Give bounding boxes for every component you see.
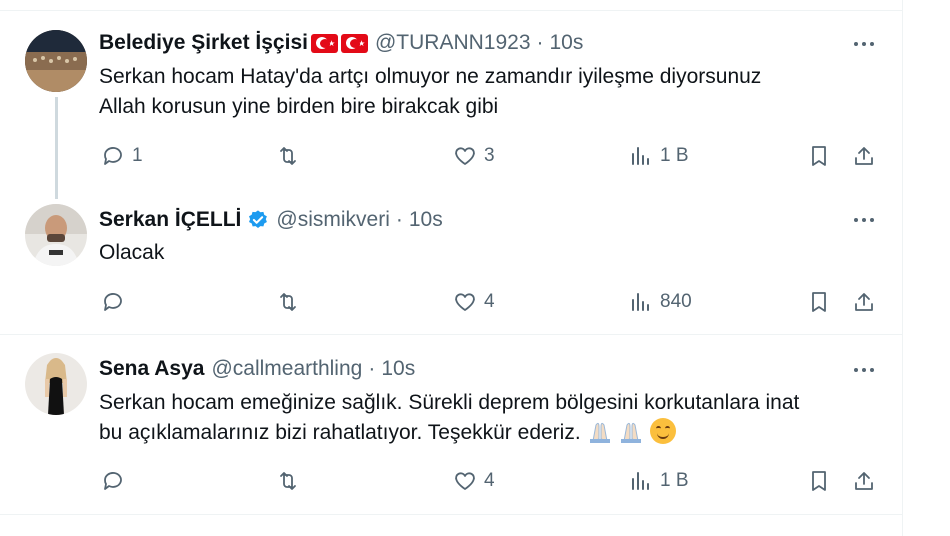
retweet-button[interactable] (276, 141, 307, 171)
tweet-text-line-with-emojis: bu açıklamalarınız bizi rahatlatıyor. Te… (99, 418, 799, 448)
share-icon (855, 147, 873, 165)
verified-badge-icon (249, 210, 268, 228)
divider (0, 334, 902, 335)
analytics-icon (632, 147, 649, 165)
reply-count: 1 (132, 145, 143, 166)
tweet-actions: 4 840 (0, 287, 902, 317)
separator-dot: · (368, 357, 376, 380)
more-options-icon[interactable] (851, 207, 877, 233)
timeline-column: Belediye Şirket İşçisi ★ ★ @TURANN1923 ·… (0, 0, 903, 536)
tweet-text-line: Serkan hocam emeğinize sağlık. Sürekli d… (99, 391, 800, 414)
tweet-text: Serkan hocam Hatay'da artçı olmuyor ne z… (99, 62, 761, 122)
tweet-header: Belediye Şirket İşçisi ★ ★ @TURANN1923 ·… (99, 30, 583, 56)
avatar-callmearthling[interactable] (25, 353, 87, 415)
more-options-icon[interactable] (851, 31, 877, 57)
turkey-flag-icon: ★ (340, 33, 368, 53)
right-sidebar-edge (903, 0, 950, 536)
tweet-header: Sena Asya @callmearthling · 10s (99, 356, 415, 382)
tweet-time[interactable]: 10s (550, 31, 584, 55)
folded-hands-icon (621, 422, 642, 443)
analytics-icon (632, 472, 649, 490)
author-handle[interactable]: @TURANN1923 (375, 31, 531, 55)
view-count: 1 B (660, 145, 689, 166)
heart-icon (455, 472, 475, 490)
folded-hands-icon (589, 422, 610, 443)
tweet-text-line: bu açıklamalarınız bizi rahatlatıyor. Te… (99, 421, 581, 444)
retweet-icon (280, 472, 296, 490)
smiling-face-icon (650, 418, 677, 444)
retweet-icon (280, 293, 296, 311)
share-button[interactable] (852, 287, 876, 317)
views-button[interactable]: 840 (629, 287, 692, 317)
author-name[interactable]: Sena Asya (99, 357, 204, 381)
reply-button[interactable]: 1 (101, 141, 143, 171)
avatar-turann1923[interactable] (25, 30, 87, 92)
reply-icon (104, 147, 122, 165)
author-name[interactable]: Belediye Şirket İşçisi (99, 31, 308, 55)
retweet-icon (280, 147, 296, 165)
separator-dot: · (536, 31, 544, 54)
tweet-text: Olacak (99, 238, 164, 268)
tweet-text-line: Olacak (99, 241, 165, 264)
like-button[interactable]: 3 (453, 141, 495, 171)
analytics-icon (632, 293, 649, 311)
like-count: 3 (484, 145, 495, 166)
author-handle[interactable]: @sismikveri (276, 208, 389, 232)
share-button[interactable] (852, 141, 876, 171)
reply-icon (104, 472, 122, 490)
turkey-flag-icon: ★ (310, 33, 338, 53)
view-count: 1 B (660, 470, 689, 491)
bookmark-button[interactable] (807, 141, 831, 171)
tweet-text: Serkan hocam emeğinize sağlık. Sürekli d… (99, 388, 799, 448)
heart-icon (455, 147, 475, 165)
retweet-button[interactable] (276, 466, 307, 496)
tweet-text-line: Serkan hocam Hatay'da artçı olmuyor ne z… (99, 65, 762, 88)
author-name[interactable]: Serkan İÇELLİ (99, 208, 241, 232)
reply-button[interactable] (101, 287, 132, 317)
avatar-sismikveri[interactable] (25, 204, 87, 266)
more-options-icon[interactable] (851, 357, 877, 383)
like-button[interactable]: 4 (453, 466, 495, 496)
bookmark-button[interactable] (807, 287, 831, 317)
view-count: 840 (660, 291, 692, 312)
like-count: 4 (484, 470, 495, 491)
like-button[interactable]: 4 (453, 287, 495, 317)
retweet-button[interactable] (276, 287, 307, 317)
views-button[interactable]: 1 B (629, 466, 689, 496)
bookmark-icon (812, 146, 826, 166)
tweet-time[interactable]: 10s (409, 208, 443, 232)
reply-icon (104, 293, 122, 311)
share-icon (855, 472, 873, 490)
views-button[interactable]: 1 B (629, 141, 689, 171)
tweet-text-line: Allah korusun yine birden bire birakcak … (99, 95, 499, 118)
share-icon (855, 293, 873, 311)
bookmark-icon (812, 471, 826, 491)
divider (0, 514, 902, 515)
tweet-time[interactable]: 10s (381, 357, 415, 381)
reply-button[interactable] (101, 466, 132, 496)
bookmark-button[interactable] (807, 466, 831, 496)
share-button[interactable] (852, 466, 876, 496)
heart-icon (455, 293, 475, 311)
tweet-header: Serkan İÇELLİ @sismikveri · 10s (99, 207, 443, 233)
author-handle[interactable]: @callmearthling (211, 357, 362, 381)
tweet-actions: 4 1 B (0, 466, 902, 496)
tweet-actions: 1 3 1 B (0, 141, 902, 171)
bookmark-icon (812, 292, 826, 312)
separator-dot: · (395, 208, 403, 231)
like-count: 4 (484, 291, 495, 312)
